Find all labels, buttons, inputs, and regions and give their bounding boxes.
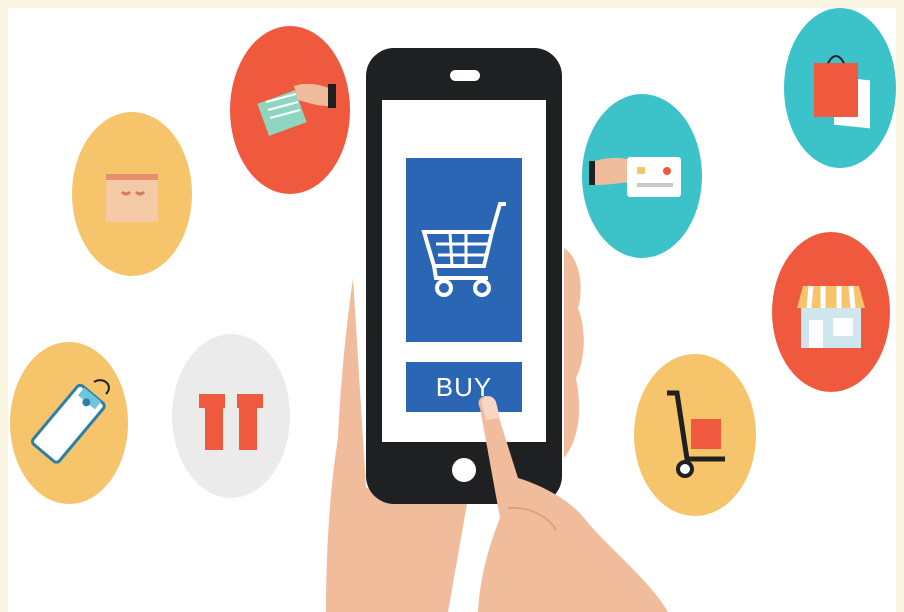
pointing-hand [478,395,668,612]
illustration-canvas: BUY [8,8,896,612]
